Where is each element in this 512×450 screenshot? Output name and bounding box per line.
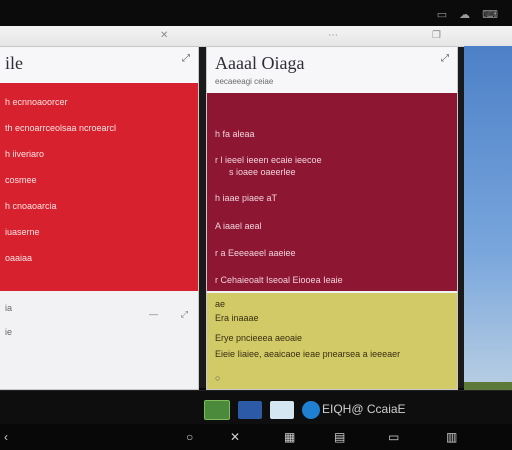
list-item[interactable]: ae: [215, 299, 225, 309]
app-panel-left[interactable]: ile ⤢ h ecnnoaoorcer th ecnoarrceolsaa n…: [0, 46, 199, 390]
panel-title: ile: [5, 53, 23, 73]
back-icon[interactable]: ‹: [4, 430, 8, 444]
apps-icon[interactable]: ▤: [334, 430, 345, 444]
close-icon[interactable]: ✕: [230, 430, 240, 444]
panel-title: Aaaal Oiaga: [215, 53, 305, 73]
app-document-icon[interactable]: [238, 401, 262, 419]
list-item[interactable]: r a Eeeeaeel aaeiee: [215, 248, 296, 258]
restore-icon[interactable]: ❐: [432, 30, 441, 41]
circle-icon[interactable]: ○: [215, 373, 220, 383]
yellow-note-block: ae Era inaaae Erye pncieeea aeoaie Eieie…: [207, 293, 457, 389]
list-item[interactable]: A iaael aeal: [215, 221, 262, 231]
list-item[interactable]: h fa aleaa: [215, 129, 255, 139]
panel-subtitle: eecaeeagi ceiae: [215, 77, 274, 86]
panel-header: Aaaal Oiaga eecaeeagi ceiae ⤢: [207, 47, 457, 93]
taskbar: EIQH@ CcaiaE: [0, 390, 512, 425]
list-item[interactable]: cosmee: [5, 175, 37, 185]
list-item[interactable]: oaaiaa: [5, 253, 32, 263]
list-item[interactable]: ia: [5, 303, 12, 313]
app-green-icon[interactable]: [204, 400, 230, 420]
list-item[interactable]: iuaserne: [5, 227, 40, 237]
ground-strip: [464, 382, 512, 390]
list-item[interactable]: s ioaee oaeerlee: [229, 167, 296, 177]
window-icon[interactable]: ▭: [437, 8, 447, 21]
expand-icon[interactable]: ⤢: [181, 309, 188, 320]
dots-icon[interactable]: ⋯: [328, 30, 338, 41]
list-item[interactable]: r l ieeel ieeen ecaie ieecoe: [215, 155, 322, 165]
list-item[interactable]: h iiveriaro: [5, 149, 44, 159]
red-list-block: h ecnnoaoorcer th ecnoarrceolsaa ncroear…: [0, 83, 198, 291]
keyboard-icon[interactable]: ⌨: [482, 8, 498, 21]
app-panel-middle[interactable]: Aaaal Oiaga eecaeeagi ceiae ⤢ h fa aleaa…: [206, 46, 458, 390]
app-browser-icon[interactable]: [302, 401, 320, 419]
list-item[interactable]: Era inaaae: [215, 313, 259, 323]
minimize-icon[interactable]: —: [149, 309, 158, 319]
calculator-icon[interactable]: ▥: [446, 430, 457, 444]
app-photo-icon[interactable]: [270, 401, 294, 419]
expand-icon[interactable]: ⤢: [441, 53, 449, 64]
taskbar-label[interactable]: EIQH@ CcaiaE: [322, 402, 406, 416]
maroon-list-block: h fa aleaa r l ieeel ieeen ecaie ieecoe …: [207, 93, 457, 291]
expand-icon[interactable]: ⤢: [182, 53, 190, 64]
wallpaper-window[interactable]: [464, 46, 512, 390]
screen-icon[interactable]: ▭: [388, 430, 399, 444]
close-icon[interactable]: ✕: [160, 30, 168, 41]
list-item[interactable]: h ecnnoaoorcer: [5, 97, 68, 107]
cloud-icon[interactable]: ☁: [459, 8, 470, 21]
home-icon[interactable]: ○: [186, 430, 193, 444]
list-item[interactable]: h iaae piaee aT: [215, 193, 277, 203]
list-item[interactable]: th ecnoarrceolsaa ncroearcl: [5, 123, 116, 133]
top-status-bar: ▭ ☁ ⌨: [0, 0, 512, 26]
list-item[interactable]: ie: [5, 327, 12, 337]
navigation-bar: ‹ ○ ✕ ▦ ▤ ▭ ▥: [0, 424, 512, 450]
list-item[interactable]: Erye pncieeea aeoaie: [215, 333, 302, 343]
list-item[interactable]: Eieie Iiaiee, aeaicaoe ieae pnearsea a i…: [215, 349, 400, 359]
system-tray: ▭ ☁ ⌨: [437, 8, 498, 21]
list-item[interactable]: r Cehaieoalt Iseoal Eiooea Ieaie: [215, 275, 343, 285]
taskbar-apps: [204, 400, 320, 420]
grid-icon[interactable]: ▦: [284, 430, 295, 444]
window-title-strip: ✕ ⋯ ❐: [0, 26, 512, 47]
white-footer-block: ia ie — ⤢: [0, 293, 198, 389]
list-item[interactable]: h cnoaoarcia: [5, 201, 57, 211]
panel-header: ile ⤢: [0, 47, 198, 83]
